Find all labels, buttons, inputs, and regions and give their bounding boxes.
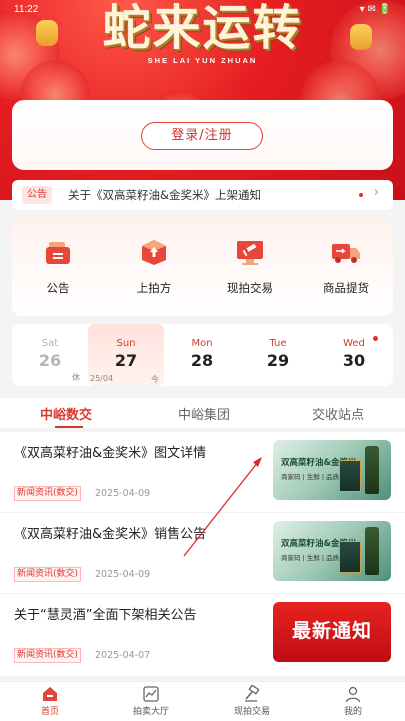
- home-icon: [43, 687, 57, 701]
- notice-text[interactable]: 关于《双高菜籽油&金奖米》上架通知: [68, 187, 261, 203]
- tab-zhongyu-group[interactable]: 中峪集团: [178, 404, 230, 423]
- notice-bar[interactable]: 公告 关于《双高菜籽油&金奖米》上架通知 ›: [12, 180, 393, 210]
- thumb-title: 最新通知: [291, 620, 372, 642]
- tab-zhongyu-exchange[interactable]: 中峪数交: [40, 404, 92, 423]
- news-date: 2025-04-09: [95, 488, 151, 499]
- action-label: 公告: [46, 281, 70, 295]
- calendar-day[interactable]: Mon 28: [164, 324, 240, 386]
- day-number: 28: [190, 351, 214, 370]
- calendar-day-today[interactable]: Sun 27 休 25/04 今: [72, 324, 164, 386]
- day-number: 29: [266, 351, 290, 370]
- oil-bottle-image: [365, 527, 379, 575]
- calendar-day[interactable]: Wed 30: [316, 324, 392, 386]
- day-today-tag: 今: [151, 375, 159, 384]
- tab-delivery-sites[interactable]: 交收站点: [312, 404, 364, 423]
- day-number: 26: [38, 351, 62, 370]
- hammer-icon: [245, 685, 260, 702]
- login-register-button[interactable]: 登录/注册: [141, 122, 263, 150]
- auction-hammer-icon: [235, 238, 265, 266]
- news-category-tag: 新闻资讯(数交): [14, 567, 82, 582]
- date-strip: Sat 26 Sun 27 休 25/04 今 Mon 28 Tue 29 We…: [12, 324, 393, 386]
- action-announcement[interactable]: 公告: [18, 238, 98, 296]
- calendar-day[interactable]: Tue 29: [240, 324, 316, 386]
- notice-tag: 公告: [22, 186, 52, 204]
- day-number: 30: [342, 351, 366, 370]
- thumb-subtitle: 商家码 | 生鲜 | 品质: [281, 554, 340, 562]
- quick-actions: 公告 上拍方 现拍交易 商品提货: [12, 218, 393, 316]
- news-date: 2025-04-07: [95, 650, 151, 661]
- news-title: 关于“慧灵酒”全面下架相关公告: [14, 608, 197, 623]
- news-item[interactable]: 《双高菜籽油&金奖米》图文详情 新闻资讯(数交) 2025-04-09 双高菜籽…: [0, 432, 405, 513]
- action-label: 商品提货: [323, 281, 369, 295]
- nav-home[interactable]: 首页: [15, 685, 85, 717]
- oil-bottle-image: [365, 446, 379, 494]
- gift-box-image: [339, 541, 361, 573]
- box-upload-icon: [139, 238, 169, 266]
- day-weekday: Tue: [269, 338, 287, 349]
- news-thumbnail: 最新通知: [273, 602, 391, 662]
- news-thumbnail: 双高菜籽油&金奖米 商家码 | 生鲜 | 品质: [273, 521, 391, 581]
- nav-label: 我的: [343, 707, 362, 717]
- news-item[interactable]: 《双高菜籽油&金奖米》销售公告 新闻资讯(数交) 2025-04-09 双高菜籽…: [0, 513, 405, 594]
- action-upload-seller[interactable]: 上拍方: [114, 238, 194, 296]
- day-date-tag: 25/04: [90, 374, 114, 383]
- user-icon: [345, 686, 361, 703]
- action-goods-pickup[interactable]: 商品提货: [306, 238, 386, 296]
- chevron-right-icon[interactable]: ›: [374, 185, 379, 200]
- nav-label: 首页: [40, 707, 59, 717]
- news-tabs: 中峪数交 中峪集团 交收站点: [0, 398, 405, 428]
- news-category-tag: 新闻资讯(数交): [14, 648, 82, 663]
- bottom-navigation: 首页 拍卖大厅 现拍交易 我的: [0, 681, 405, 721]
- action-label: 现拍交易: [227, 281, 273, 295]
- day-weekday: Sat: [41, 338, 59, 349]
- nav-label: 现拍交易: [233, 707, 270, 717]
- gift-box-image: [339, 460, 361, 492]
- nav-profile[interactable]: 我的: [318, 685, 388, 717]
- day-rest-tag: 休: [72, 373, 80, 382]
- brand-subtitle: SHE LAI YUN ZHUAN: [147, 56, 258, 65]
- chart-icon: [143, 686, 159, 702]
- day-number: 27: [114, 351, 138, 370]
- day-weekday: Mon: [191, 338, 213, 349]
- news-category-tag: 新闻资讯(数交): [14, 486, 82, 501]
- action-spot-auction[interactable]: 现拍交易: [210, 238, 290, 296]
- news-item[interactable]: 关于“慧灵酒”全面下架相关公告 新闻资讯(数交) 2025-04-07 最新通知: [0, 594, 405, 675]
- thumb-subtitle: 商家码 | 生鲜 | 品质: [281, 473, 340, 481]
- announcement-icon: [43, 238, 73, 266]
- news-thumbnail: 双高菜籽油&金奖米 商家码 | 生鲜 | 品质: [273, 440, 391, 500]
- news-list: 《双高菜籽油&金奖米》图文详情 新闻资讯(数交) 2025-04-09 双高菜籽…: [0, 432, 405, 676]
- notice-indicator-dot: [359, 193, 363, 197]
- brand-title: 蛇来运转: [102, 0, 303, 56]
- news-title: 《双高菜籽油&金奖米》销售公告: [14, 527, 207, 542]
- login-card: 登录/注册: [12, 100, 393, 170]
- nav-auction-hall[interactable]: 拍卖大厅: [116, 685, 186, 717]
- day-weekday: Wed: [343, 338, 365, 349]
- nav-label: 拍卖大厅: [132, 707, 169, 717]
- news-date: 2025-04-09: [95, 569, 151, 580]
- event-dot: [373, 336, 378, 341]
- delivery-truck-icon: [331, 238, 361, 266]
- action-label: 上拍方: [136, 281, 172, 295]
- day-weekday: Sun: [116, 338, 136, 349]
- news-title: 《双高菜籽油&金奖米》图文详情: [14, 446, 207, 461]
- nav-spot-auction[interactable]: 现拍交易: [217, 685, 287, 717]
- active-tab-indicator: [55, 426, 83, 428]
